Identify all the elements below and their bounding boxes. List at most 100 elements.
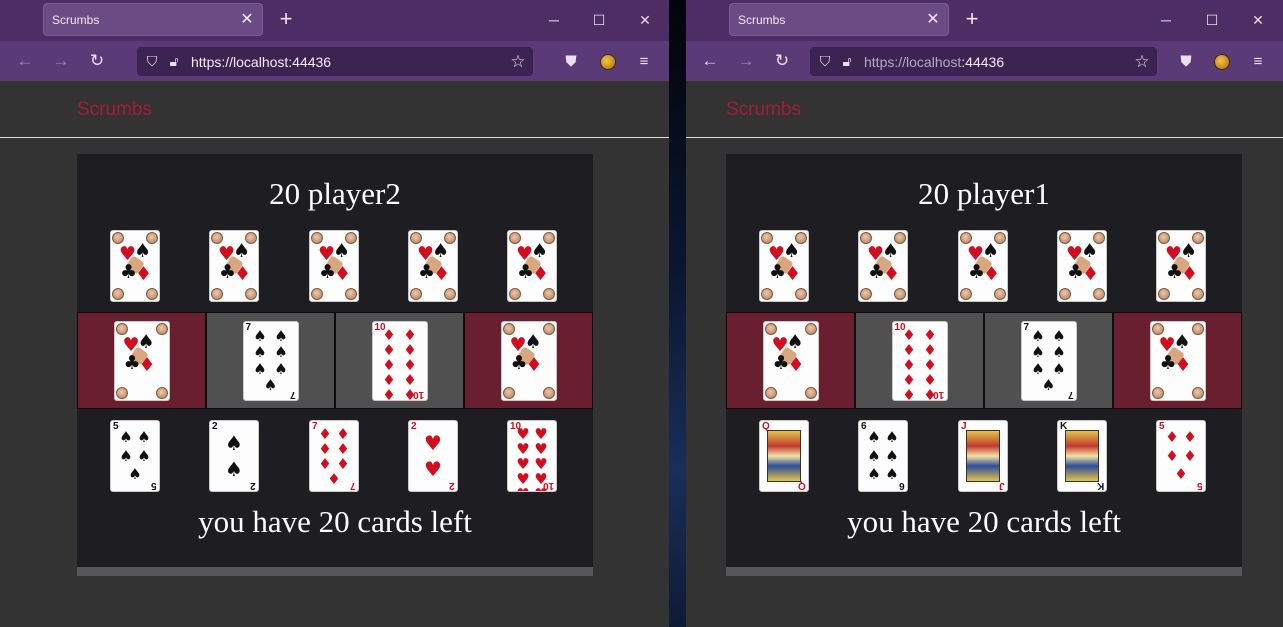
hand-card-slot[interactable]: KK (1057, 420, 1107, 492)
card-back: ♥ ♠ ♣ ♦ (110, 230, 160, 302)
pocket-icon[interactable]: ⛊ (1175, 51, 1197, 73)
playing-card[interactable]: 6 6 ♠ ♠ ♠ ♠ ♠ ♠ (858, 420, 908, 492)
tab-title: Scrumbs (738, 12, 786, 27)
new-tab-icon[interactable]: + (275, 8, 297, 30)
minimize-icon[interactable]: ─ (540, 6, 568, 34)
play-cell[interactable]: ♥ ♠ ♣ ♦ (1113, 312, 1242, 409)
playing-card[interactable]: 1010♥♥♥♥♥♥♥♥♥♥ (507, 420, 557, 492)
tab-scrumbs[interactable]: Scrumbs ✕ (43, 3, 263, 36)
hand-card-slot[interactable]: 5 5 ♠ ♠ ♠ ♠ ♠ (110, 420, 160, 492)
extension-icon[interactable] (1211, 51, 1233, 73)
playing-card[interactable]: 10 10 ♦ ♦ ♦ ♦ ♦ ♦ ♦ ♦ ♦ ♦ (891, 321, 948, 401)
close-window-icon[interactable]: ✕ (631, 6, 659, 34)
play-area: ♥ ♠ ♣ ♦ 7 7 ♠ ♠ ♠ ♠ ♠ ♠ ♠ 10 10 ♦ ♦ ♦ ♦ ♦ ♦ ♦ ♦ ♦ ♦ ♥ ♠ ♣ ♦ (77, 312, 593, 409)
play-cell[interactable]: ♥ ♠ ♣ ♦ (77, 312, 206, 409)
card-back: ♥ ♠ ♣ ♦ (209, 230, 259, 302)
hand-card-slot[interactable]: QQ (759, 420, 809, 492)
playing-card[interactable]: 10 10 ♦ ♦ ♦ ♦ ♦ ♦ ♦ ♦ ♦ ♦ (371, 321, 428, 401)
hand-card-slot[interactable]: JJ (958, 420, 1008, 492)
close-tab-icon[interactable]: ✕ (918, 11, 948, 28)
card-pips: ♠ ♠ ♠ ♠ ♠ ♠ (867, 428, 899, 483)
opponent-card-slot: ♥ ♠ ♣ ♦ (858, 230, 908, 302)
hand-card-slot[interactable]: 2 2 ♥ ♥ (408, 420, 458, 492)
minimize-icon[interactable]: ─ (1152, 6, 1180, 34)
new-tab-icon[interactable]: + (961, 8, 983, 30)
playing-card[interactable]: 5 5 ♦ ♦ ♦ ♦ ♦ (1156, 420, 1206, 492)
lock-icon[interactable]: 🔓︎ (163, 53, 185, 70)
playing-card[interactable]: QQ (759, 420, 809, 492)
close-window-icon[interactable]: ✕ (1244, 6, 1272, 34)
card-pips: ♦ ♦ ♦ ♦ ♦ ♦ ♦ ♦ ♦ ♦ (382, 326, 417, 401)
forward-arrow-icon[interactable]: → (734, 50, 758, 72)
lock-icon[interactable]: 🔓︎ (836, 53, 858, 70)
playing-card[interactable]: 7 7 ♦ ♦ ♦ ♦ ♦ ♦ ♦ (309, 420, 359, 492)
star-icon[interactable]: ☆ (503, 52, 533, 72)
hand-card-slot[interactable]: 2 2 ♠ ♠ (209, 420, 259, 492)
back-arrow-icon[interactable]: ← (698, 50, 722, 72)
playing-card[interactable]: JJ (958, 420, 1008, 492)
star-icon[interactable]: ☆ (1127, 52, 1157, 72)
extension-icon[interactable] (597, 51, 619, 73)
cards-left-status: you have 20 cards left (198, 504, 472, 539)
url-bar[interactable]: ⛉ 🔓︎ https://localhost:44436 ☆ (137, 47, 533, 76)
playing-card[interactable]: KK (1057, 420, 1107, 492)
url-text[interactable]: https://localhost:44436 (191, 54, 503, 70)
url-bar[interactable]: ⛉ 🔓︎ https://localhost:44436 ☆ (810, 47, 1157, 76)
hamburger-menu-icon[interactable]: ≡ (1247, 51, 1269, 73)
card-pips: ♠ ♠ ♠ ♠ ♠ (119, 428, 151, 483)
maximize-icon[interactable]: ☐ (1198, 6, 1226, 34)
opponent-card-slot: ♥ ♠ ♣ ♦ (309, 230, 359, 302)
tab-title: Scrumbs (52, 12, 100, 27)
shield-icon[interactable]: ⛉ (141, 53, 163, 70)
opponent-card-slot: ♥ ♠ ♣ ♦ (408, 230, 458, 302)
nav-toolbar: ← → ↻ ⛉ 🔓︎ https://localhost:44436 ☆ ⛊ ≡ (0, 41, 669, 81)
play-cell[interactable]: 7 7 ♠ ♠ ♠ ♠ ♠ ♠ ♠ (206, 312, 335, 409)
board-title: 20 player1 (918, 176, 1050, 211)
card-pips: ♥ ♥ (424, 431, 442, 481)
court-card-art (1065, 430, 1099, 482)
forward-arrow-icon[interactable]: → (49, 50, 73, 72)
court-card-art (966, 430, 1000, 482)
playing-card[interactable]: 5 5 ♠ ♠ ♠ ♠ ♠ (110, 420, 160, 492)
play-cell[interactable]: 10 10 ♦ ♦ ♦ ♦ ♦ ♦ ♦ ♦ ♦ ♦ (335, 312, 464, 409)
board-title: 20 player2 (269, 176, 401, 211)
browser-window-left: Scrumbs ✕ + ─ ☐ ✕ ← → ↻ ⛉ 🔓︎ https://loc… (0, 0, 669, 627)
page-content: Scrumbs 20 player2 ♥ ♠ ♣ ♦ ♥ ♠ ♣ ♦ ♥ ♠ ♣ ♦ ♥ ♠ ♣ ♦ ♥ ♠ ♣ ♦ … (0, 81, 669, 627)
hand-card-slot[interactable]: 5 5 ♦ ♦ ♦ ♦ ♦ (1156, 420, 1206, 492)
card-back: ♥ ♠ ♣ ♦ (1057, 230, 1107, 302)
desktop-background (668, 0, 686, 627)
opponent-card-slot: ♥ ♠ ♣ ♦ (1156, 230, 1206, 302)
game-board: 20 player1 ♥ ♠ ♣ ♦ ♥ ♠ ♣ ♦ ♥ ♠ ♣ ♦ ♥ ♠ ♣ ♦ ♥ ♠ ♣ ♦ ♥ ♠ ♣ ♦ 10 10… (726, 154, 1242, 567)
opponent-card-slot: ♥ ♠ ♣ ♦ (110, 230, 160, 302)
board-footer (77, 567, 593, 576)
pocket-icon[interactable]: ⛊ (560, 51, 582, 73)
hand-card-slot[interactable]: 1010♥♥♥♥♥♥♥♥♥♥ (507, 420, 557, 492)
card-back: ♥ ♠ ♣ ♦ (500, 321, 557, 401)
reload-icon[interactable]: ↻ (85, 50, 109, 72)
brand-link[interactable]: Scrumbs (726, 99, 801, 121)
opponent-hand: ♥ ♠ ♣ ♦ ♥ ♠ ♣ ♦ ♥ ♠ ♣ ♦ ♥ ♠ ♣ ♦ ♥ ♠ ♣ ♦ (726, 230, 1242, 302)
back-arrow-icon[interactable]: ← (13, 50, 37, 72)
tab-scrumbs[interactable]: Scrumbs ✕ (729, 3, 949, 36)
play-cell[interactable]: ♥ ♠ ♣ ♦ (464, 312, 593, 409)
playing-card[interactable]: 2 2 ♠ ♠ (209, 420, 259, 492)
maximize-icon[interactable]: ☐ (585, 6, 613, 34)
opponent-hand: ♥ ♠ ♣ ♦ ♥ ♠ ♣ ♦ ♥ ♠ ♣ ♦ ♥ ♠ ♣ ♦ ♥ ♠ ♣ ♦ (77, 230, 593, 302)
reload-icon[interactable]: ↻ (770, 50, 794, 72)
play-cell[interactable]: 10 10 ♦ ♦ ♦ ♦ ♦ ♦ ♦ ♦ ♦ ♦ (855, 312, 984, 409)
hand-card-slot[interactable]: 6 6 ♠ ♠ ♠ ♠ ♠ ♠ (858, 420, 908, 492)
playing-card[interactable]: 7 7 ♠ ♠ ♠ ♠ ♠ ♠ ♠ (242, 321, 299, 401)
shield-icon[interactable]: ⛉ (814, 53, 836, 70)
hand-card-slot[interactable]: 7 7 ♦ ♦ ♦ ♦ ♦ ♦ ♦ (309, 420, 359, 492)
url-text[interactable]: https://localhost:44436 (864, 54, 1127, 70)
play-cell[interactable]: ♥ ♠ ♣ ♦ (726, 312, 855, 409)
hamburger-menu-icon[interactable]: ≡ (633, 51, 655, 73)
playing-card[interactable]: 2 2 ♥ ♥ (408, 420, 458, 492)
play-cell[interactable]: 7 7 ♠ ♠ ♠ ♠ ♠ ♠ ♠ (984, 312, 1113, 409)
court-card-art (767, 430, 801, 482)
playing-card[interactable]: 7 7 ♠ ♠ ♠ ♠ ♠ ♠ ♠ (1020, 321, 1077, 401)
close-tab-icon[interactable]: ✕ (232, 11, 262, 28)
brand-link[interactable]: Scrumbs (77, 99, 152, 121)
card-back: ♥ ♠ ♣ ♦ (408, 230, 458, 302)
card-pips: ♠ ♠ ♠ ♠ ♠ ♠ ♠ (253, 327, 288, 394)
